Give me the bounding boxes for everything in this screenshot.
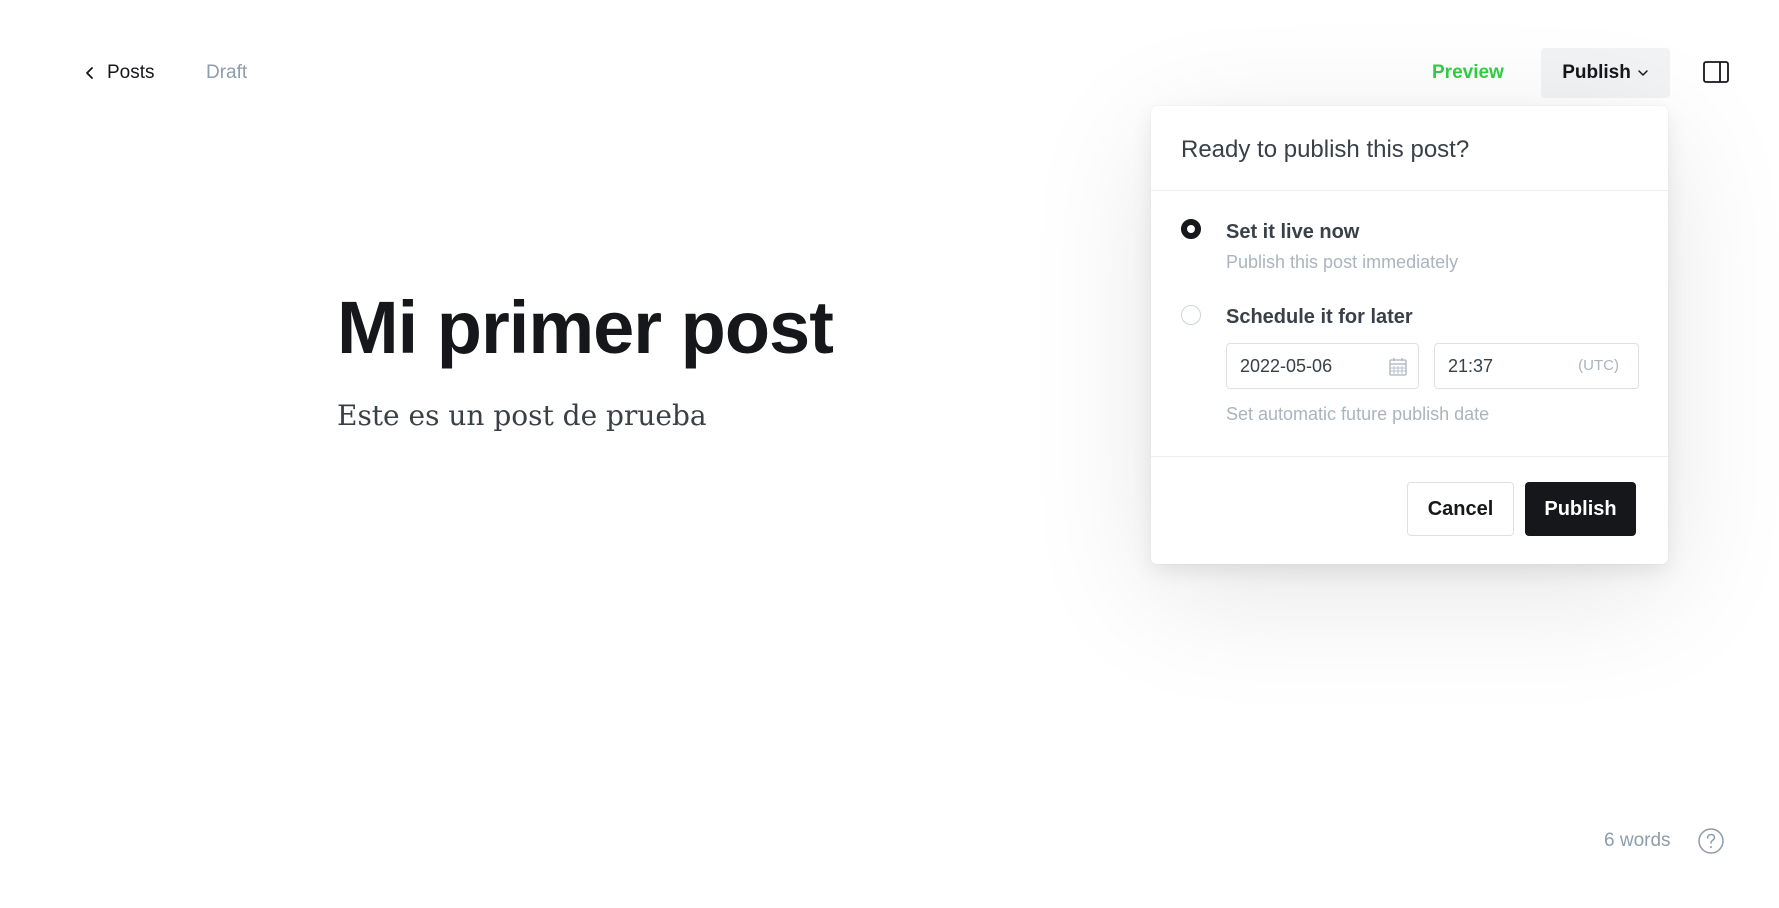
sidebar-toggle-icon[interactable] [1703,60,1729,84]
publish-menu-button[interactable]: Publish [1541,48,1670,98]
option-set-live-now-description: Publish this post immediately [1226,252,1459,272]
post-body[interactable]: Este es un post de prueba [337,398,1037,434]
word-count: 6 words [1604,830,1671,851]
post-title[interactable]: Mi primer post [337,280,1037,376]
option-schedule-later-label[interactable]: Schedule it for later [1226,306,1413,329]
back-link-label: Posts [107,62,155,83]
cancel-button[interactable]: Cancel [1407,482,1514,536]
help-icon[interactable] [1697,827,1725,855]
publish-menu-label: Publish [1562,62,1631,83]
publish-popover-title: Ready to publish this post? [1181,136,1470,163]
preview-button[interactable]: Preview [1432,62,1504,84]
option-set-live-now-label[interactable]: Set it live now [1226,221,1359,244]
publish-popover: Ready to publish this post? Set it live … [1151,106,1668,564]
option-schedule-later-description: Set automatic future publish date [1226,404,1490,424]
chevron-left-icon [86,67,93,79]
calendar-icon [1389,358,1407,376]
post-status: Draft [206,62,248,83]
timezone-label: (UTC) [1578,357,1619,374]
schedule-time-value: 21:37 [1448,355,1494,376]
schedule-date-input[interactable]: 2022-05-06 [1226,343,1419,389]
popover-divider [1151,190,1668,191]
schedule-time-input[interactable]: 21:37 (UTC) [1434,343,1639,389]
popover-divider [1151,456,1668,457]
schedule-date-value: 2022-05-06 [1240,355,1333,376]
radio-schedule-later[interactable] [1181,305,1201,325]
publish-confirm-button[interactable]: Publish [1525,482,1636,536]
chevron-down-icon [1638,70,1648,76]
post-editor: Mi primer post Este es un post de prueba [337,280,1037,434]
radio-set-live-now[interactable] [1181,219,1201,239]
back-to-posts-link[interactable]: Posts [83,60,155,86]
